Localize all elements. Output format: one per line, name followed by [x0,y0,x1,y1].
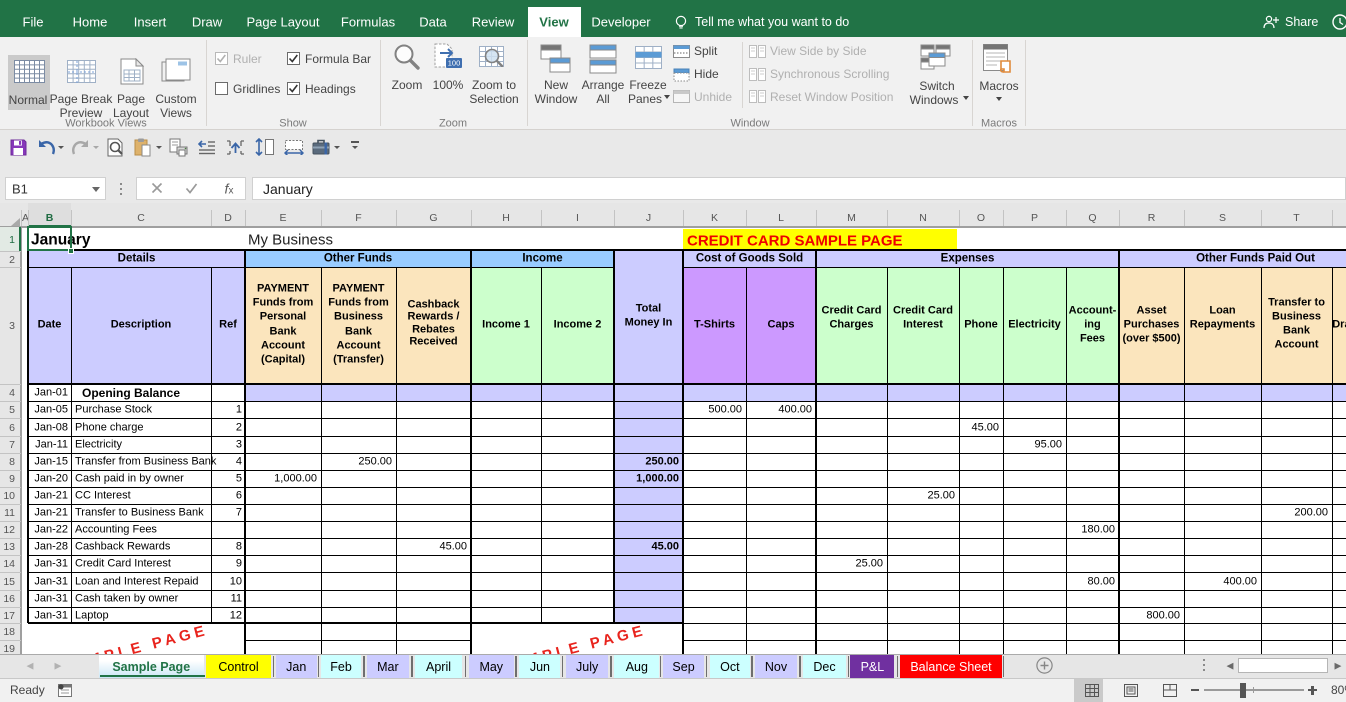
svg-text:100: 100 [448,59,461,68]
